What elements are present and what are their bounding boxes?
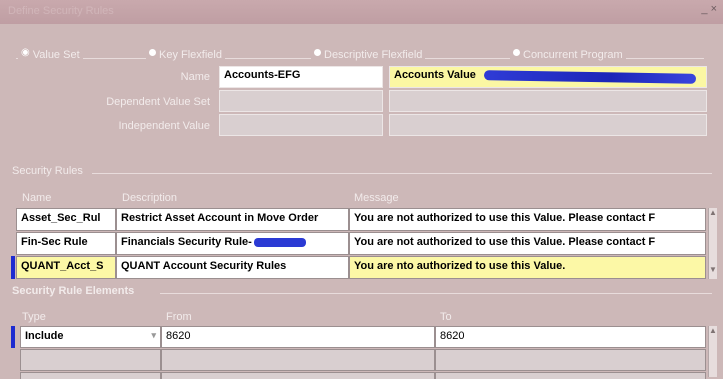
window-title: Define Security Rules [8,5,114,17]
rule-description-text: Financials Security Rule- [121,236,252,248]
name-field[interactable]: Accounts-EFG [219,66,383,88]
independent-value-description[interactable] [389,114,707,136]
window-controls[interactable]: _ × [701,3,717,15]
dependent-value-set-field[interactable] [219,90,383,112]
rule-name-cell[interactable]: Fin-Sec Rule [16,232,116,255]
rule-elements-title: Security Rule Elements [12,285,135,297]
scroll-up-icon[interactable]: ▲ [709,208,717,217]
radio-unselected-icon [314,48,321,56]
independent-value-label: Independent Value [118,120,210,132]
rule-name-cell[interactable]: QUANT_Acct_S [16,256,116,279]
dropdown-arrow-icon[interactable]: ▾ [151,330,156,341]
radio-selected-icon: ◉ [21,46,30,58]
radio-label: Key Flexfield [159,49,222,61]
rule-name-cell[interactable]: Asset_Sec_Rul [16,208,116,231]
element-to-field[interactable] [435,349,706,371]
dependent-value-set-label: Dependent Value Set [106,96,210,108]
rule-elements-scrollbar[interactable]: ▲ [708,326,717,377]
element-type-select[interactable] [20,372,161,379]
security-rules-title: Security Rules [12,165,83,177]
element-type-select[interactable] [20,349,161,371]
radio-label: Descriptive Flexfield [324,49,423,61]
radio-label: Concurrent Program [523,49,623,61]
rule-description-cell[interactable]: Restrict Asset Account in Move Order [116,208,349,231]
radio-label: Value Set [32,49,80,61]
radio-unselected-icon [149,48,156,56]
name-label: Name [180,71,210,83]
rule-message-cell[interactable]: You are not authorized to use this Value… [349,208,706,231]
radio-descriptive-flexfield[interactable]: Descriptive Flexfield [311,46,426,64]
element-from-field[interactable] [161,349,435,371]
scroll-up-icon[interactable]: ▲ [709,326,717,335]
radio-concurrent-program[interactable]: Concurrent Program [510,46,626,64]
element-type-value: Include [25,330,64,342]
current-record-indicator [11,326,15,348]
col-header-from: From [166,311,192,323]
element-to-field[interactable] [435,372,706,379]
title-bar: Define Security Rules _ × [0,0,723,24]
dependent-value-set-description[interactable] [389,90,707,112]
security-rules-scrollbar[interactable]: ▲ ▼ [708,208,717,279]
rule-message-cell[interactable]: You are nto authorized to use this Value… [349,256,706,279]
col-header-type: Type [22,311,46,323]
element-from-field[interactable] [161,372,435,379]
section-divider [160,293,712,294]
radio-key-flexfield[interactable]: Key Flexfield [146,46,225,64]
col-header-to: To [440,311,452,323]
independent-value-field[interactable] [219,114,383,136]
element-from-field[interactable]: 8620 [161,326,435,348]
rule-message-cell[interactable]: You are not authorized to use this Value… [349,232,706,255]
current-record-indicator [11,256,15,279]
rule-description-cell[interactable]: QUANT Account Security Rules [116,256,349,279]
col-header-name: Name [22,192,52,204]
section-divider [92,173,712,174]
col-header-message: Message [354,192,399,204]
element-type-select[interactable]: Include ▾ [20,326,161,348]
col-header-description: Description [122,192,178,204]
rule-description-cell[interactable]: Financials Security Rule- [116,232,349,255]
radio-value-set[interactable]: ◉ Value Set [18,46,83,64]
redaction-scribble [253,237,306,247]
scroll-down-icon[interactable]: ▼ [709,265,717,274]
radio-unselected-icon [513,48,520,56]
element-to-field[interactable]: 8620 [435,326,706,348]
